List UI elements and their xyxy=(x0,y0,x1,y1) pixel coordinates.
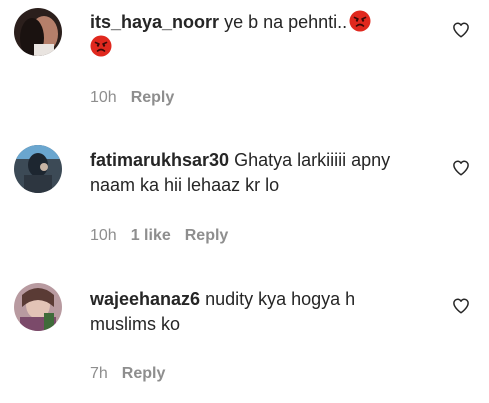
comment-username[interactable]: fatimarukhsar30 xyxy=(90,150,229,170)
comment-time: 10h xyxy=(90,227,117,244)
comment-body: its_haya_noorr ye b na pehnti.. xyxy=(90,10,420,60)
comment-body: wajeehanaz6 nudity kya hogya h muslims k… xyxy=(90,287,420,337)
comment-username[interactable]: its_haya_noorr xyxy=(90,12,219,32)
heart-outline-icon[interactable] xyxy=(452,159,470,177)
avatar[interactable] xyxy=(14,145,62,193)
avatar[interactable] xyxy=(14,283,62,331)
reply-button[interactable]: Reply xyxy=(131,89,175,106)
comment-username[interactable]: wajeehanaz6 xyxy=(90,289,200,309)
comment-meta: 10h 1 like Reply xyxy=(90,226,242,246)
comment-meta: 7h Reply xyxy=(90,364,179,384)
heart-outline-icon[interactable] xyxy=(452,21,470,39)
comment-text: ye b na pehnti.. xyxy=(224,12,348,32)
comment-meta: 10h Reply xyxy=(90,88,188,108)
comment-body: fatimarukhsar30 Ghatya larkiiiii apny na… xyxy=(90,148,420,198)
avatar[interactable] xyxy=(14,8,62,56)
comment-time: 10h xyxy=(90,89,117,106)
reply-button[interactable]: Reply xyxy=(122,365,166,382)
likes-count[interactable]: 1 like xyxy=(131,227,171,244)
angry-face-icon xyxy=(349,10,371,32)
reply-button[interactable]: Reply xyxy=(185,227,229,244)
comment-time: 7h xyxy=(90,365,108,382)
heart-outline-icon[interactable] xyxy=(452,297,470,315)
angry-face-icon xyxy=(90,35,112,57)
